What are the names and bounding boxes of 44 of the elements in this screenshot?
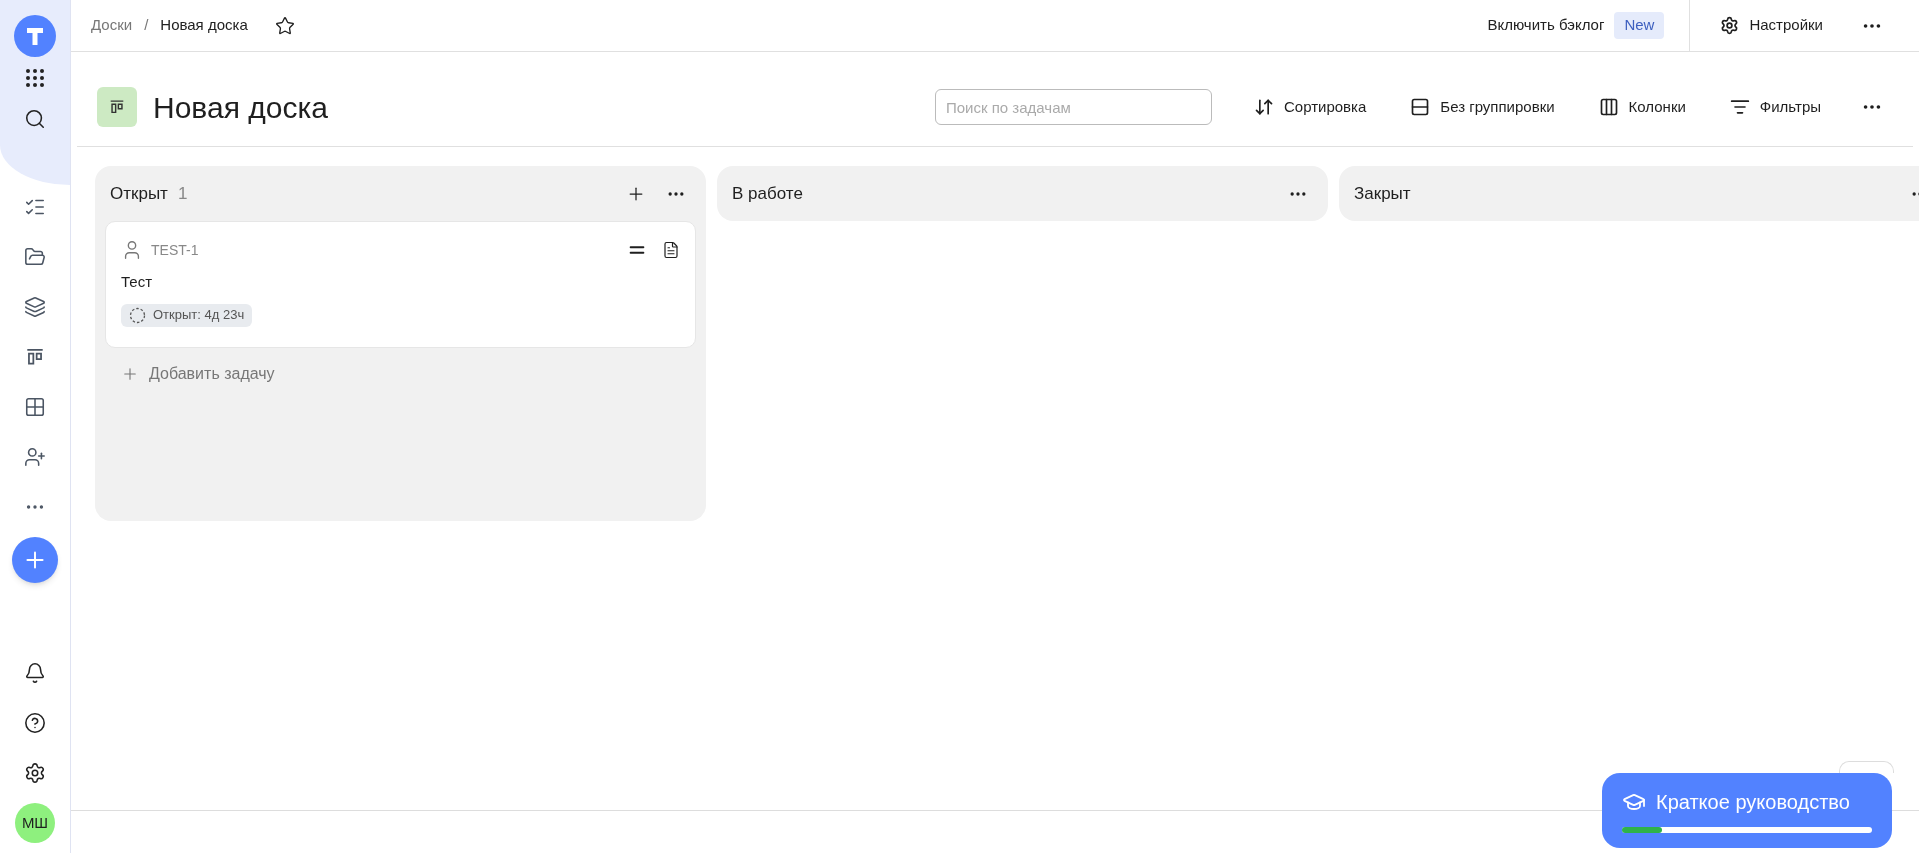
apps-grid-icon[interactable] [23,66,47,90]
user-plus-icon[interactable] [24,446,46,468]
search-icon[interactable] [24,108,46,130]
board-title: Новая доска [153,89,328,126]
search-field[interactable]: Поиск по задачам [935,89,1212,125]
column-title: Закрыт [1354,182,1411,205]
sort-icon [1254,97,1274,117]
quick-guide-label: Краткое руководство [1656,790,1850,815]
breadcrumb-link[interactable]: Новая доска [160,14,248,37]
gear-icon [1720,16,1740,35]
columns-icon [1598,97,1619,117]
breadcrumb-separator: / [144,15,149,36]
column-count: 1 [177,182,188,205]
create-button[interactable] [12,537,58,583]
toolbar-button[interactable]: Колонки [1596,95,1688,119]
add-task-button[interactable]: Добавить задачу [121,361,275,386]
new-badge: New [1614,12,1665,39]
table-icon[interactable] [24,396,46,418]
layers-icon[interactable] [24,296,46,318]
quick-guide-button[interactable]: Краткое руководство [1602,773,1892,848]
enable-backlog-button[interactable]: Включить бэклог [1487,14,1605,37]
task-title: Тест [121,272,154,292]
toolbar-button[interactable]: Фильтры [1727,95,1823,119]
breadcrumb-link[interactable]: Доски [91,14,133,37]
board-badge-icon [97,87,137,127]
folder-icon[interactable] [24,246,46,268]
status-circle-icon [129,306,146,324]
star-icon[interactable] [274,15,295,36]
toolbar-button[interactable]: Сортировка [1252,95,1369,119]
task-card[interactable]: TEST-1 Тест Открыт: 4д 23ч [105,221,696,348]
settings-icon[interactable] [24,762,46,784]
logo-icon[interactable] [14,15,56,57]
document-icon [662,241,680,259]
column-title: В работе [732,182,803,205]
bell-icon[interactable] [24,662,46,684]
filter-icon [1729,97,1750,117]
help-icon[interactable] [24,712,46,734]
user-avatar[interactable]: МШ [15,803,55,843]
task-key[interactable]: TEST-1 [151,239,199,261]
settings-button[interactable]: Настройки [1720,14,1823,37]
status-tag: Открыт: 4д 23ч [121,303,253,327]
rows-icon [1410,97,1431,117]
toolbar-button[interactable]: Без группировки [1408,95,1557,119]
column-title: Открыт [110,182,168,205]
